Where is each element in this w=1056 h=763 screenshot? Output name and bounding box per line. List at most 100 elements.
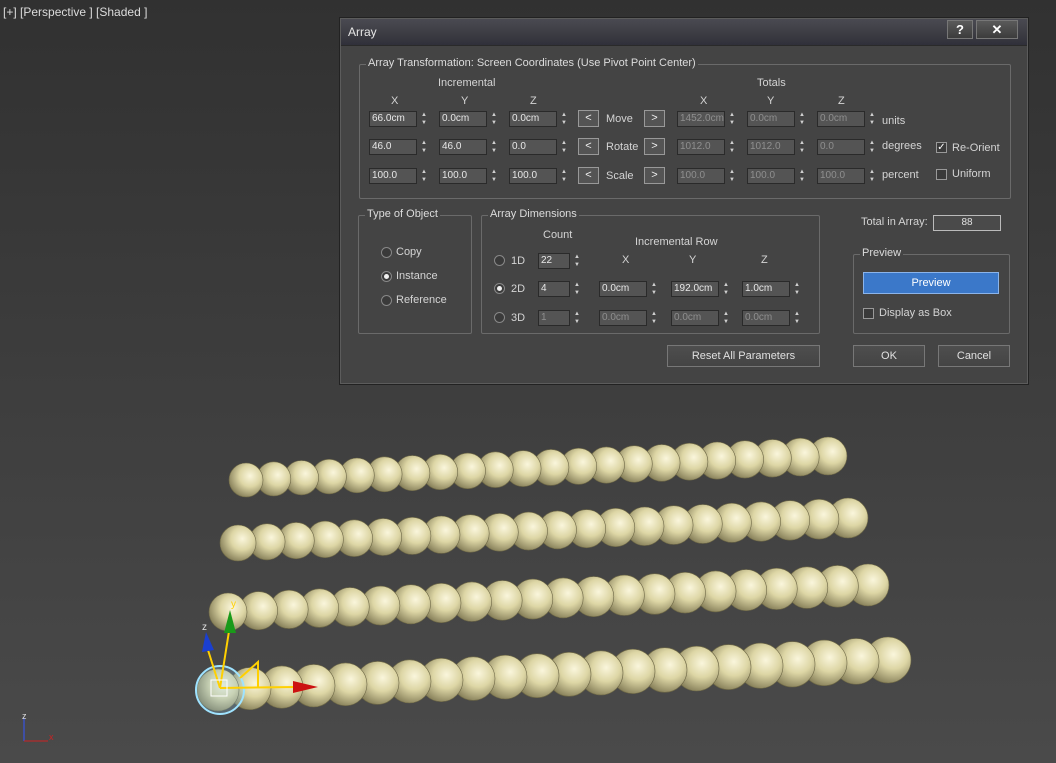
move-inc-z-spinner[interactable]: 0.0cm ▲ ▼ [509, 111, 571, 127]
spin-down-icon[interactable]: ▼ [727, 119, 737, 127]
viewport-label-menu[interactable]: [+] [Perspective ] [Shaded ] [3, 5, 147, 19]
rotate-right-arrow-button[interactable]: > [644, 138, 665, 155]
cancel-button[interactable]: Cancel [938, 345, 1010, 367]
scale-inc-x-spinner-field[interactable]: 100.0 [369, 168, 417, 184]
spin-down-icon[interactable]: ▼ [489, 176, 499, 184]
dim-1d-count-spinner[interactable]: 22 ▲ ▼ [538, 253, 584, 269]
spin-up-icon[interactable]: ▲ [559, 168, 569, 176]
preview-button[interactable]: Preview [863, 272, 999, 294]
spin-up-icon[interactable]: ▲ [649, 281, 659, 289]
spin-down-icon[interactable]: ▼ [797, 176, 807, 184]
rotate-tot-x-spinner[interactable]: 1012.0 ▲ ▼ [677, 139, 739, 155]
copy-radio[interactable] [381, 247, 392, 258]
spin-up-icon[interactable]: ▲ [797, 139, 807, 147]
scale-tot-z-spinner-arrows[interactable]: ▲ ▼ [867, 168, 877, 184]
reset-all-parameters-button[interactable]: Reset All Parameters [667, 345, 820, 367]
spin-up-icon[interactable]: ▲ [797, 111, 807, 119]
spin-up-icon[interactable]: ▲ [489, 111, 499, 119]
dim-3d-y-spinner-field[interactable]: 0.0cm [671, 310, 719, 326]
spin-up-icon[interactable]: ▲ [721, 281, 731, 289]
dim-2d-y-spinner[interactable]: 192.0cm ▲ ▼ [671, 281, 733, 297]
move-tot-z-spinner-field[interactable]: 0.0cm [817, 111, 865, 127]
dim-2d-radio[interactable] [494, 283, 505, 294]
dim-2d-count-spinner-field[interactable]: 4 [538, 281, 570, 297]
spin-up-icon[interactable]: ▲ [797, 168, 807, 176]
spin-up-icon[interactable]: ▲ [419, 168, 429, 176]
scale-tot-x-spinner[interactable]: 100.0 ▲ ▼ [677, 168, 739, 184]
dim-3d-x-spinner-field[interactable]: 0.0cm [599, 310, 647, 326]
scale-tot-x-spinner-field[interactable]: 100.0 [677, 168, 725, 184]
scale-tot-y-spinner[interactable]: 100.0 ▲ ▼ [747, 168, 809, 184]
spin-down-icon[interactable]: ▼ [559, 119, 569, 127]
spin-down-icon[interactable]: ▼ [489, 119, 499, 127]
rotate-inc-z-spinner[interactable]: 0.0 ▲ ▼ [509, 139, 571, 155]
spin-up-icon[interactable]: ▲ [727, 168, 737, 176]
spin-down-icon[interactable]: ▼ [572, 289, 582, 297]
rotate-tot-z-spinner-field[interactable]: 0.0 [817, 139, 865, 155]
spin-up-icon[interactable]: ▲ [559, 111, 569, 119]
move-left-arrow-button[interactable]: < [578, 110, 599, 127]
scale-inc-y-spinner-field[interactable]: 100.0 [439, 168, 487, 184]
rotate-tot-z-spinner[interactable]: 0.0 ▲ ▼ [817, 139, 879, 155]
spin-up-icon[interactable]: ▲ [572, 253, 582, 261]
spin-up-icon[interactable]: ▲ [867, 111, 877, 119]
spin-down-icon[interactable]: ▼ [867, 147, 877, 155]
dim-3d-z-spinner-field[interactable]: 0.0cm [742, 310, 790, 326]
spin-up-icon[interactable]: ▲ [559, 139, 569, 147]
spin-down-icon[interactable]: ▼ [572, 261, 582, 269]
spin-up-icon[interactable]: ▲ [792, 310, 802, 318]
display-as-box-checkbox[interactable] [863, 308, 874, 319]
rotate-left-arrow-button[interactable]: < [578, 138, 599, 155]
rotate-inc-z-spinner-arrows[interactable]: ▲ ▼ [559, 139, 569, 155]
scale-right-arrow-button[interactable]: > [644, 167, 665, 184]
move-tot-y-spinner-arrows[interactable]: ▲ ▼ [797, 111, 807, 127]
move-inc-y-spinner-field[interactable]: 0.0cm [439, 111, 487, 127]
dim-3d-radio[interactable] [494, 312, 505, 323]
spin-up-icon[interactable]: ▲ [649, 310, 659, 318]
rotate-tot-y-spinner-arrows[interactable]: ▲ ▼ [797, 139, 807, 155]
rotate-inc-x-spinner-arrows[interactable]: ▲ ▼ [419, 139, 429, 155]
spin-up-icon[interactable]: ▲ [419, 139, 429, 147]
spin-up-icon[interactable]: ▲ [419, 111, 429, 119]
spin-down-icon[interactable]: ▼ [489, 147, 499, 155]
dim-3d-count-spinner-arrows[interactable]: ▲ ▼ [572, 310, 582, 326]
move-inc-y-spinner-arrows[interactable]: ▲ ▼ [489, 111, 499, 127]
spin-down-icon[interactable]: ▼ [419, 119, 429, 127]
dim-3d-count-spinner-field[interactable]: 1 [538, 310, 570, 326]
spin-down-icon[interactable]: ▼ [727, 147, 737, 155]
rotate-inc-z-spinner-field[interactable]: 0.0 [509, 139, 557, 155]
dim-2d-y-spinner-field[interactable]: 192.0cm [671, 281, 719, 297]
scale-inc-z-spinner-arrows[interactable]: ▲ ▼ [559, 168, 569, 184]
move-inc-x-spinner-arrows[interactable]: ▲ ▼ [419, 111, 429, 127]
spin-down-icon[interactable]: ▼ [867, 176, 877, 184]
spin-down-icon[interactable]: ▼ [649, 318, 659, 326]
close-button[interactable]: ✕ [976, 20, 1018, 39]
scale-left-arrow-button[interactable]: < [578, 167, 599, 184]
dim-3d-y-spinner[interactable]: 0.0cm ▲ ▼ [671, 310, 733, 326]
spin-up-icon[interactable]: ▲ [867, 168, 877, 176]
dim-3d-x-spinner-arrows[interactable]: ▲ ▼ [649, 310, 659, 326]
move-inc-x-spinner-field[interactable]: 66.0cm [369, 111, 417, 127]
instance-radio[interactable] [381, 271, 392, 282]
scale-inc-y-spinner-arrows[interactable]: ▲ ▼ [489, 168, 499, 184]
move-inc-y-spinner[interactable]: 0.0cm ▲ ▼ [439, 111, 501, 127]
dim-3d-x-spinner[interactable]: 0.0cm ▲ ▼ [599, 310, 661, 326]
dim-3d-z-spinner-arrows[interactable]: ▲ ▼ [792, 310, 802, 326]
move-inc-x-spinner[interactable]: 66.0cm ▲ ▼ [369, 111, 431, 127]
scale-tot-y-spinner-arrows[interactable]: ▲ ▼ [797, 168, 807, 184]
dim-2d-x-spinner-arrows[interactable]: ▲ ▼ [649, 281, 659, 297]
spin-up-icon[interactable]: ▲ [489, 168, 499, 176]
rotate-tot-y-spinner-field[interactable]: 1012.0 [747, 139, 795, 155]
rotate-tot-z-spinner-arrows[interactable]: ▲ ▼ [867, 139, 877, 155]
rotate-tot-x-spinner-field[interactable]: 1012.0 [677, 139, 725, 155]
dim-2d-z-spinner-field[interactable]: 1.0cm [742, 281, 790, 297]
dim-2d-z-spinner[interactable]: 1.0cm ▲ ▼ [742, 281, 804, 297]
sphere-instance[interactable] [228, 462, 264, 498]
spin-up-icon[interactable]: ▲ [792, 281, 802, 289]
dim-1d-radio[interactable] [494, 255, 505, 266]
spin-up-icon[interactable]: ▲ [867, 139, 877, 147]
spin-down-icon[interactable]: ▼ [792, 289, 802, 297]
spin-down-icon[interactable]: ▼ [419, 147, 429, 155]
scale-tot-z-spinner-field[interactable]: 100.0 [817, 168, 865, 184]
move-tot-z-spinner[interactable]: 0.0cm ▲ ▼ [817, 111, 879, 127]
